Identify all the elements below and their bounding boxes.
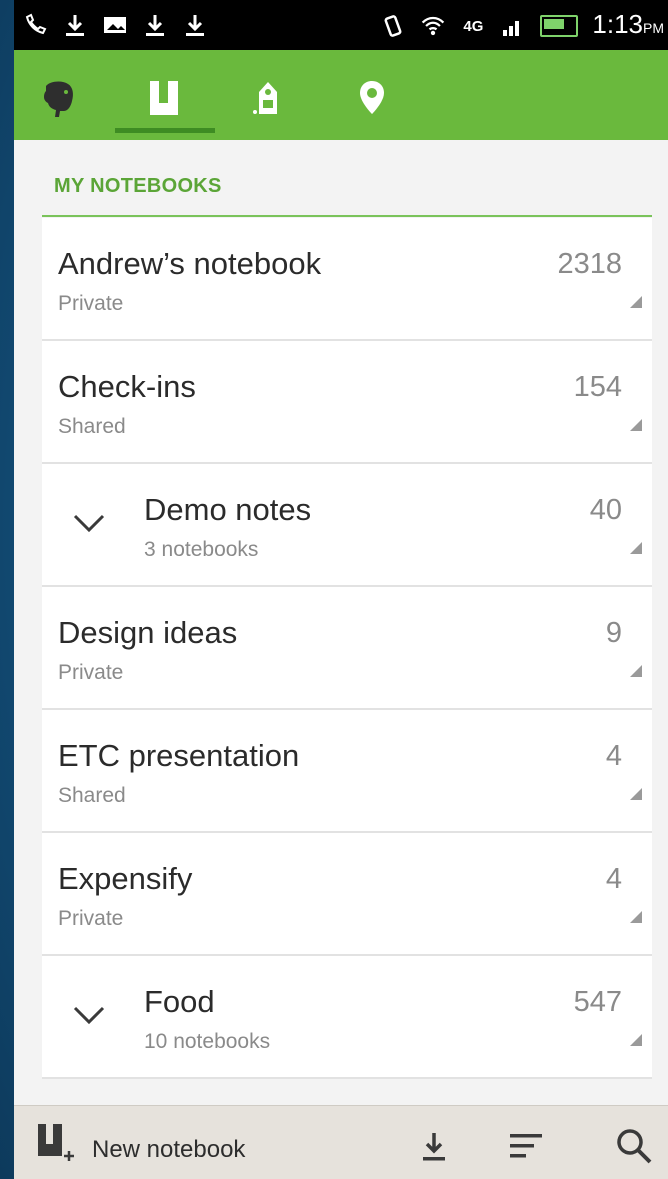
note-count: 4 bbox=[605, 863, 622, 895]
note-count: 547 bbox=[573, 986, 622, 1018]
phone-screen: 4G 1:13PM MY NOTEBOOKS Andrew’s notebook… bbox=[14, 0, 668, 1179]
corner-triangle-icon bbox=[630, 542, 642, 554]
corner-triangle-icon bbox=[630, 419, 642, 431]
wifi-icon bbox=[420, 13, 446, 39]
notebook-row[interactable]: ETC presentation Shared 4 bbox=[42, 710, 652, 833]
notebook-sharing: Private bbox=[58, 292, 124, 315]
network-4g-icon: 4G bbox=[463, 17, 484, 35]
corner-triangle-icon bbox=[630, 1034, 642, 1046]
note-count: 2318 bbox=[557, 248, 622, 280]
notebook-name: Check-ins bbox=[58, 369, 196, 404]
notebook-sharing: Shared bbox=[58, 415, 126, 438]
notebook-row[interactable]: Expensify Private 4 bbox=[42, 833, 652, 956]
battery-icon bbox=[540, 15, 579, 37]
status-bar: 4G 1:13PM bbox=[14, 0, 668, 50]
corner-triangle-icon bbox=[630, 665, 642, 677]
notebook-sharing: Private bbox=[58, 907, 124, 930]
stack-count: 10 notebooks bbox=[144, 1030, 271, 1053]
missed-call-icon bbox=[22, 12, 48, 38]
note-count: 4 bbox=[605, 740, 622, 772]
note-count: 40 bbox=[589, 494, 622, 526]
tag-icon[interactable] bbox=[246, 76, 290, 120]
notebook-name: Andrew’s notebook bbox=[58, 246, 322, 281]
section-title: MY NOTEBOOKS bbox=[54, 175, 222, 197]
location-pin-icon[interactable] bbox=[350, 76, 394, 120]
selected-tab-indicator bbox=[115, 128, 215, 133]
notebook-stack-row[interactable]: Food 10 notebooks 547 bbox=[42, 956, 652, 1079]
sync-download-icon[interactable] bbox=[414, 1126, 454, 1166]
note-count: 9 bbox=[605, 617, 622, 649]
signal-icon bbox=[500, 13, 526, 39]
notebook-row[interactable]: Design ideas Private 9 bbox=[42, 587, 652, 710]
section-divider bbox=[42, 215, 652, 217]
new-notebook-button[interactable]: New notebook bbox=[14, 1106, 314, 1179]
search-icon[interactable] bbox=[614, 1126, 654, 1166]
corner-triangle-icon bbox=[630, 296, 642, 308]
notebook-stack-row[interactable]: Demo notes 3 notebooks 40 bbox=[42, 464, 652, 587]
bottom-action-bar: New notebook bbox=[14, 1105, 668, 1179]
new-notebook-label: New notebook bbox=[92, 1136, 246, 1163]
notebook-name: Food bbox=[144, 984, 215, 1019]
sort-icon[interactable] bbox=[506, 1126, 546, 1166]
notebook-icon[interactable] bbox=[142, 76, 186, 120]
chevron-down-icon[interactable] bbox=[72, 1004, 106, 1026]
download-icon bbox=[182, 12, 208, 38]
app-bar bbox=[14, 50, 668, 140]
notebook-sharing: Shared bbox=[58, 784, 126, 807]
vibrate-icon bbox=[380, 13, 406, 39]
corner-triangle-icon bbox=[630, 911, 642, 923]
system-icons: 4G 1:13PM bbox=[380, 10, 664, 42]
elephant-logo-icon[interactable] bbox=[36, 76, 80, 120]
note-count: 154 bbox=[573, 371, 622, 403]
notebook-name: Expensify bbox=[58, 861, 193, 896]
notebook-sharing: Private bbox=[58, 661, 124, 684]
notification-icons bbox=[22, 12, 208, 38]
notebook-name: ETC presentation bbox=[58, 738, 300, 773]
new-notebook-icon bbox=[38, 1124, 74, 1161]
chevron-down-icon[interactable] bbox=[72, 512, 106, 534]
image-icon bbox=[102, 12, 128, 38]
notebook-list: Andrew’s notebook Private 2318 Check-ins… bbox=[42, 218, 652, 1079]
download-icon bbox=[142, 12, 168, 38]
stack-count: 3 notebooks bbox=[144, 538, 259, 561]
notebook-row[interactable]: Check-ins Shared 154 bbox=[42, 341, 652, 464]
download-icon bbox=[62, 12, 88, 38]
notebook-name: Demo notes bbox=[144, 492, 312, 527]
notebook-name: Design ideas bbox=[58, 615, 238, 650]
corner-triangle-icon bbox=[630, 788, 642, 800]
notebook-row[interactable]: Andrew’s notebook Private 2318 bbox=[42, 218, 652, 341]
clock: 1:13PM bbox=[592, 9, 664, 39]
